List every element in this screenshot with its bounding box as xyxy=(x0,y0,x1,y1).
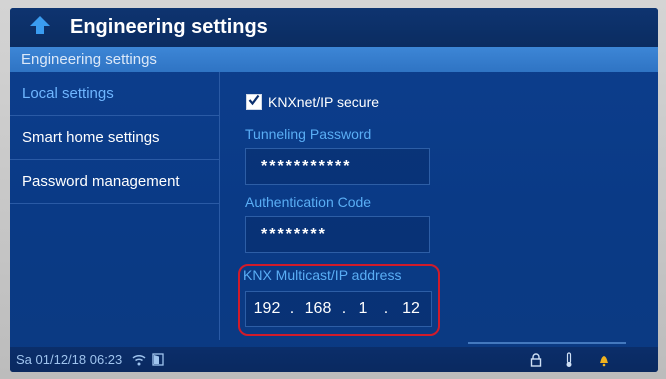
ip-octet-1[interactable]: 192 xyxy=(246,300,288,318)
section-header: Engineering settings xyxy=(10,47,658,72)
ip-separator: . xyxy=(383,300,389,317)
device-screen: Engineering settings Engineering setting… xyxy=(10,8,658,372)
sidebar-item-local-settings[interactable]: Local settings xyxy=(10,72,219,116)
authentication-code-field[interactable]: ******** xyxy=(245,216,430,253)
knxnet-secure-checkbox[interactable] xyxy=(246,94,262,110)
back-button[interactable] xyxy=(18,8,62,47)
sidebar-item-label: Password management xyxy=(22,173,180,190)
tunneling-password-field[interactable]: *********** xyxy=(245,148,430,185)
sidebar-divider xyxy=(219,72,220,340)
ip-octet-3[interactable]: 1 xyxy=(348,300,378,318)
sidebar-item-smart-home-settings[interactable]: Smart home settings xyxy=(10,116,219,160)
sidebar-item-label: Smart home settings xyxy=(22,129,160,146)
door-icon xyxy=(152,353,164,366)
multicast-address-field[interactable]: 192 . 168 . 1 . 12 xyxy=(245,291,432,327)
multicast-address-label: KNX Multicast/IP address xyxy=(243,267,402,283)
authentication-code-label: Authentication Code xyxy=(245,194,372,210)
section-title: Engineering settings xyxy=(21,51,157,68)
tunneling-password-label: Tunneling Password xyxy=(245,126,372,142)
ip-separator: . xyxy=(341,300,347,317)
ip-octet-2[interactable]: 168 xyxy=(296,300,340,318)
sidebar-item-password-management[interactable]: Password management xyxy=(10,160,219,204)
knxnet-secure-label: KNXnet/IP secure xyxy=(268,94,380,110)
up-arrow-icon xyxy=(29,15,51,40)
title-bar: Engineering settings xyxy=(10,8,658,47)
sidebar: Local settings Smart home settings Passw… xyxy=(10,72,219,340)
scroll-indicator xyxy=(468,342,626,344)
status-bar: Sa 01/12/18 06:23 xyxy=(10,347,658,372)
ip-separator: . xyxy=(289,300,295,317)
bell-icon[interactable] xyxy=(598,353,610,367)
knxnet-secure-option[interactable]: KNXnet/IP secure xyxy=(246,94,379,110)
wifi-icon xyxy=(132,354,146,366)
thermometer-icon[interactable] xyxy=(564,351,574,368)
checkmark-icon xyxy=(248,93,260,111)
ip-octet-4[interactable]: 12 xyxy=(394,300,428,318)
sidebar-item-label: Local settings xyxy=(22,85,114,102)
status-datetime: Sa 01/12/18 06:23 xyxy=(16,352,123,367)
lock-icon[interactable] xyxy=(530,352,542,367)
page-title: Engineering settings xyxy=(70,16,268,38)
